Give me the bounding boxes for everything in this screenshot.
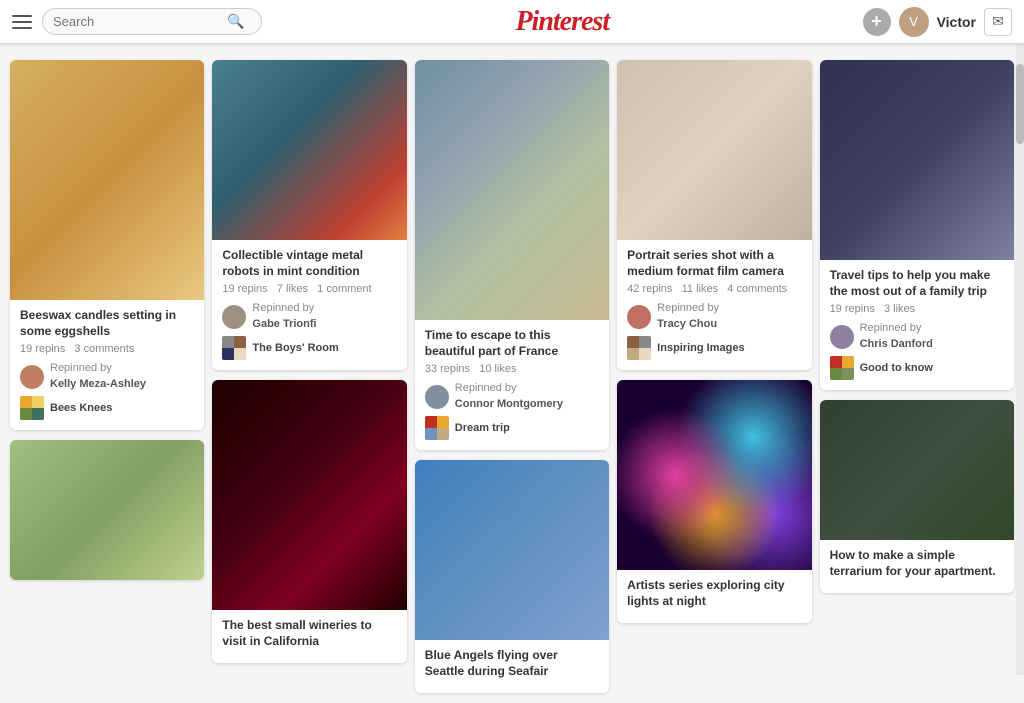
pin-onto: Inspiring Images xyxy=(627,336,801,360)
pin-title: Artists series exploring city lights at … xyxy=(627,578,801,609)
pin-body: Time to escape to this beautiful part of… xyxy=(415,320,609,450)
repinner-avatar xyxy=(20,365,44,389)
pin-card[interactable]: Artists series exploring city lights at … xyxy=(617,380,811,623)
pin-image xyxy=(212,380,406,610)
pin-card[interactable]: Time to escape to this beautiful part of… xyxy=(415,60,609,450)
pin-title: Beeswax candles setting in some eggshell… xyxy=(20,308,194,339)
repinner-info: Repinned byKelly Meza-Ashley xyxy=(50,361,146,392)
repinner-info: Repinned byTracy Chou xyxy=(657,301,719,332)
board-name: Good to know xyxy=(860,362,933,374)
pin-card[interactable]: Collectible vintage metal robots in mint… xyxy=(212,60,406,370)
pin-stats: 19 repins 7 likes 1 comment xyxy=(222,283,396,295)
pin-card[interactable] xyxy=(10,440,204,580)
pins-grid: Beeswax candles setting in some eggshell… xyxy=(0,50,1024,703)
pin-repinned: Repinned byChris Danford xyxy=(830,321,1004,352)
search-input[interactable] xyxy=(53,14,223,29)
pin-card[interactable]: Beeswax candles setting in some eggshell… xyxy=(10,60,204,430)
pin-image xyxy=(820,400,1014,540)
pin-title: The best small wineries to visit in Cali… xyxy=(222,618,396,649)
search-bar: 🔍 xyxy=(42,8,262,35)
pin-body: Travel tips to help you make the most ou… xyxy=(820,260,1014,390)
repinner-avatar xyxy=(830,325,854,349)
pin-title: Travel tips to help you make the most ou… xyxy=(830,268,1004,299)
board-thumb xyxy=(830,356,854,380)
header-actions: + V Victor ✉ xyxy=(863,7,1012,37)
scrollbar[interactable] xyxy=(1016,44,1024,675)
pin-repinned: Repinned byConnor Montgomery xyxy=(425,381,599,412)
pin-card[interactable]: Blue Angels flying over Seattle during S… xyxy=(415,460,609,693)
pin-card[interactable]: The best small wineries to visit in Cali… xyxy=(212,380,406,663)
pin-body: How to make a simple terrarium for your … xyxy=(820,540,1014,593)
pin-title: Collectible vintage metal robots in mint… xyxy=(222,248,396,279)
pin-image xyxy=(415,460,609,640)
pin-body: Blue Angels flying over Seattle during S… xyxy=(415,640,609,693)
board-name: The Boys' Room xyxy=(252,342,338,354)
search-icon: 🔍 xyxy=(227,13,244,30)
pin-repinned: Repinned byTracy Chou xyxy=(627,301,801,332)
header: 🔍 Pinterest + V Victor ✉ xyxy=(0,0,1024,44)
pin-onto: Bees Knees xyxy=(20,396,194,420)
board-name: Dream trip xyxy=(455,422,510,434)
pin-title: How to make a simple terrarium for your … xyxy=(830,548,1004,579)
pin-onto: Good to know xyxy=(830,356,1004,380)
repinner-avatar xyxy=(222,305,246,329)
pin-stats: 42 repins 11 likes 4 comments xyxy=(627,283,801,295)
pin-stats: 19 repins 3 comments xyxy=(20,343,194,355)
board-thumb xyxy=(627,336,651,360)
message-button[interactable]: ✉ xyxy=(984,8,1012,36)
pin-image xyxy=(820,60,1014,260)
board-thumb xyxy=(20,396,44,420)
pin-body: Beeswax candles setting in some eggshell… xyxy=(10,300,204,430)
board-thumb xyxy=(222,336,246,360)
repinner-avatar xyxy=(425,385,449,409)
pin-title: Time to escape to this beautiful part of… xyxy=(425,328,599,359)
pin-repinned: Repinned byGabe Trionfi xyxy=(222,301,396,332)
pin-onto: Dream trip xyxy=(425,416,599,440)
logo: Pinterest xyxy=(262,6,863,38)
pin-card[interactable]: How to make a simple terrarium for your … xyxy=(820,400,1014,593)
pin-repinned: Repinned byKelly Meza-Ashley xyxy=(20,361,194,392)
pin-body: Portrait series shot with a medium forma… xyxy=(617,240,811,370)
pin-title: Blue Angels flying over Seattle during S… xyxy=(425,648,599,679)
board-name: Bees Knees xyxy=(50,402,112,414)
pin-image xyxy=(10,60,204,300)
add-button[interactable]: + xyxy=(863,8,891,36)
repinner-avatar xyxy=(627,305,651,329)
pin-body: The best small wineries to visit in Cali… xyxy=(212,610,406,663)
scroll-thumb[interactable] xyxy=(1016,64,1024,144)
pin-title: Portrait series shot with a medium forma… xyxy=(627,248,801,279)
pin-image xyxy=(415,60,609,320)
pin-image xyxy=(212,60,406,240)
pin-body: Collectible vintage metal robots in mint… xyxy=(212,240,406,370)
username: Victor xyxy=(937,14,976,30)
board-name: Inspiring Images xyxy=(657,342,744,354)
pin-image xyxy=(617,60,811,240)
pin-image xyxy=(10,440,204,580)
repinner-info: Repinned byChris Danford xyxy=(860,321,933,352)
avatar[interactable]: V xyxy=(899,7,929,37)
menu-button[interactable] xyxy=(12,15,32,29)
repinner-info: Repinned byGabe Trionfi xyxy=(252,301,316,332)
pin-onto: The Boys' Room xyxy=(222,336,396,360)
pin-stats: 33 repins 10 likes xyxy=(425,363,599,375)
board-thumb xyxy=(425,416,449,440)
pin-card[interactable]: Travel tips to help you make the most ou… xyxy=(820,60,1014,390)
pin-stats: 19 repins 3 likes xyxy=(830,303,1004,315)
pin-card[interactable]: Portrait series shot with a medium forma… xyxy=(617,60,811,370)
pin-image xyxy=(617,380,811,570)
repinner-info: Repinned byConnor Montgomery xyxy=(455,381,563,412)
pin-body: Artists series exploring city lights at … xyxy=(617,570,811,623)
